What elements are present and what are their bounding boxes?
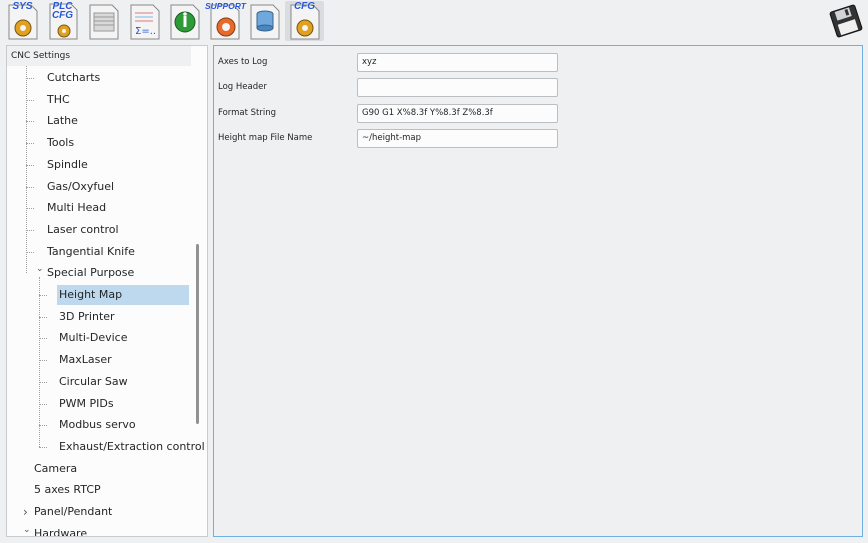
tree-branch-line [26,78,34,79]
toolbar: SYS PLC CFG Σ=.. SUPPORT CFG [0,0,868,44]
tree-item[interactable]: Special Purpose [47,263,134,283]
tree-item-label: Gas/Oxyfuel [47,179,115,193]
tree-guide-line [39,277,40,447]
tree-item-label: Panel/Pendant [34,505,113,518]
tree-branch-line [26,229,34,231]
tree-item-label: Laser control [47,222,119,236]
field-input[interactable] [357,77,558,97]
tree-branch-line [26,251,34,253]
tree-branch-line [39,360,47,362]
sys-label: SYS [12,1,33,12]
tree-item[interactable]: MaxLaser [59,350,112,370]
tree-item[interactable]: Tangential Knife [47,242,135,262]
tree-item-label: PWM PIDs [59,396,114,410]
plc-cfg-button[interactable]: PLC CFG [43,1,82,41]
plc-label: PLC CFG [51,1,74,21]
cfg-button[interactable]: CFG [285,1,324,41]
tree-item[interactable]: Panel/Pendant [34,502,112,522]
field-label: Height map File Name [218,133,313,143]
tree-item-label: Tools [47,136,75,150]
tree-item-label: Special Purpose [47,266,135,280]
tree-item-label: MaxLaser [59,353,112,367]
tree-scrollbar[interactable] [196,244,199,424]
tree-branch-line [39,425,47,427]
save-button[interactable] [826,1,866,41]
tree-item[interactable]: Multi-Device [59,328,127,348]
tree-item-label: Multi-Device [59,331,128,345]
tree-item-label: Multi Head [47,201,107,215]
tree-header: CNC Settings [7,46,191,66]
tree-item[interactable]: Gas/Oxyfuel [47,177,114,197]
tree-branch-line [26,186,34,188]
report-button[interactable] [84,1,123,41]
report-document-icon [89,4,119,40]
tree-item-label: Exhaust/Extraction control [59,439,205,453]
tree-item[interactable]: 5 axes RTCP [34,480,101,500]
support-label: SUPPORT [205,1,246,11]
tree-item-label: Height Map [59,288,123,301]
tree-branch-line [39,446,47,448]
tree-item[interactable]: Hardware [34,524,88,537]
tree-item-label: Tangential Knife [47,244,135,258]
tree-item[interactable]: Circular Saw [59,372,128,392]
tree-guide-line [26,66,27,274]
tree-item-label: THC [47,92,70,106]
tree-branch-line [39,295,47,296]
database-button[interactable] [245,1,284,41]
tree-item-label: Camera [34,461,78,475]
tree-branch-line [39,403,47,405]
tree-item[interactable]: 3D Printer [59,307,115,327]
field-input[interactable] [357,128,558,148]
tree-item[interactable]: Exhaust/Extraction control [59,437,205,457]
tree-item-label: Modbus servo [59,418,136,432]
tree-item-label: Hardware [34,526,88,537]
tree-branch-line [26,143,34,145]
field-input[interactable] [357,52,558,72]
tree-branch-line [39,381,47,383]
info-button[interactable] [165,1,204,41]
tree-branch-line [26,208,34,210]
settings-tree[interactable]: CNC Settings Cutcharts THC Lathe Tools Spind… [6,45,208,537]
tree-branch-line [39,338,47,340]
field-label: Axes to Log [218,57,268,67]
tree-branch-line [39,316,47,318]
svg-text:Σ=..: Σ=.. [135,26,156,37]
tree-item[interactable]: Laser control [47,220,119,240]
chevron-down-icon[interactable]: ⌄ [36,259,44,279]
database-icon [250,4,280,40]
tree-item[interactable]: Tools [47,133,74,153]
tree-item-label: Circular Saw [59,374,128,388]
chevron-down-icon[interactable]: ⌄ [23,520,31,536]
settings-panel: Axes to Log Log Header Format String Height… [213,45,863,537]
tree-item[interactable]: PWM PIDs [59,394,114,414]
support-button[interactable]: SUPPORT [205,1,246,41]
tree-item[interactable]: Height Map [57,285,189,305]
tree-branch-line [26,164,34,166]
tree-item-label: 3D Printer [59,309,115,323]
sys-button[interactable]: SYS [3,1,42,41]
formula-sigma-icon: Σ=.. [130,4,160,40]
field-input[interactable] [357,103,558,123]
tree-item[interactable]: Multi Head [47,198,106,218]
tree-item[interactable]: Modbus servo [59,415,136,435]
tree-item[interactable]: Spindle [47,155,88,175]
tree-item-label: Spindle [47,157,88,171]
tree-branch-line [26,121,34,123]
cfg-label: CFG [293,1,316,12]
field-label: Format String [218,108,277,118]
tree-item-label: Lathe [47,114,78,128]
formula-button[interactable]: Σ=.. [125,1,164,41]
tree-item[interactable]: THC [47,90,70,110]
floppy-disk-icon [829,4,863,38]
info-icon [170,4,200,40]
tree-item[interactable]: Camera [34,459,77,479]
tree-item-label: 5 axes RTCP [34,483,101,497]
field-label: Log Header [218,82,267,92]
tree-item[interactable]: Lathe [47,111,78,131]
tree-item[interactable]: Cutcharts [47,68,100,88]
tree-branch-line [26,99,34,101]
tree-item-label: Cutcharts [47,71,101,84]
